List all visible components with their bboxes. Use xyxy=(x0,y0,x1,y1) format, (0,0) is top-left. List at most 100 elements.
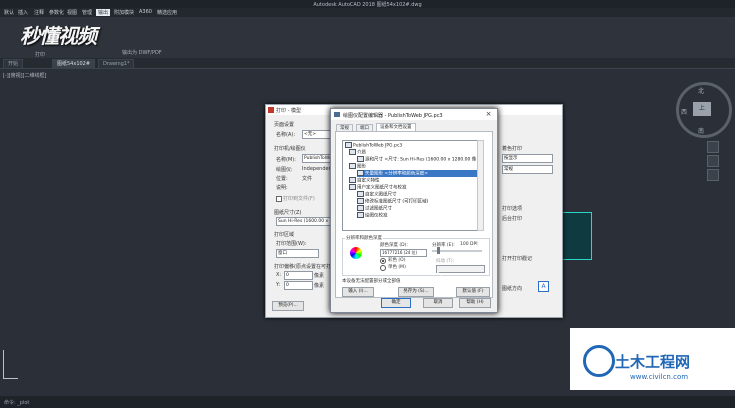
command-line[interactable] xyxy=(0,396,735,408)
tree-item[interactable]: 修改标准图纸尺寸 (可打印区域) xyxy=(357,198,428,205)
watermark-title: 土木工程网 xyxy=(615,353,691,371)
orientation-icon: A xyxy=(538,281,549,292)
tree-item-label: 过滤图纸尺寸 xyxy=(365,206,392,212)
tree-item-label: 图形 xyxy=(357,164,366,170)
watermark-url: www.civilcn.com xyxy=(630,373,689,381)
description-label: 说明: xyxy=(276,185,288,191)
ribbon-panel xyxy=(0,17,735,59)
ribbon-tab[interactable]: 参数化 xyxy=(49,9,64,16)
tree-item-selected[interactable]: 矢量图形 <分辨率和颜色深度> xyxy=(357,170,483,177)
resolution-group-title: 分辨率和颜色深度 xyxy=(345,235,383,241)
tree-scrollbar[interactable] xyxy=(477,140,484,231)
orbit-icon[interactable] xyxy=(707,169,719,181)
ribbon-tab-active[interactable]: 输出 xyxy=(96,9,111,16)
drawing-orientation-label: 图纸方向 xyxy=(502,286,523,292)
monochrome-radio[interactable] xyxy=(380,265,386,271)
plotter-config-editor-dialog: 绘图仪配置编辑器 - PublishToWeb JPG.pc3 × 常规 端口 … xyxy=(330,108,498,313)
compass-north: 北 xyxy=(698,88,705,95)
zoom-icon[interactable] xyxy=(707,155,719,167)
plot-range-select[interactable]: 窗口 xyxy=(276,249,319,258)
ribbon-tab[interactable]: 注释 xyxy=(34,9,44,16)
color-depth-select[interactable]: 16777216 (24 位) xyxy=(380,249,427,257)
video-logo: 秒懂视频 xyxy=(20,24,97,48)
plotter-label: 绘图仪: xyxy=(276,167,293,173)
tree-item[interactable]: 图形 xyxy=(349,163,366,170)
x-offset-unit: 像素 xyxy=(314,273,325,279)
plot-to-file-label: 打印到文件(F) xyxy=(283,196,315,202)
settings-tree[interactable]: PublishToWeb JPG.pc3 介质 源和尺寸 <尺寸: Sun Hi… xyxy=(342,140,484,231)
close-icon[interactable]: × xyxy=(481,110,496,119)
tree-item[interactable]: 过滤图纸尺寸 xyxy=(357,205,392,212)
ribbon-tab[interactable]: 默认 xyxy=(4,9,14,16)
tree-item[interactable]: 源和尺寸 <尺寸: Sun Hi-Res (1600.00 x 1280.00 … xyxy=(357,156,476,163)
dither-select[interactable] xyxy=(436,265,485,273)
graphics-icon xyxy=(349,163,356,169)
x-offset-input[interactable]: 0 xyxy=(284,271,313,280)
tree-item-label: 矢量图形 <分辨率和颜色深度> xyxy=(365,171,428,177)
color-depth-label: 颜色深度 (D): xyxy=(380,243,408,248)
ribbon-tab-bar: 默认 插入 注释 参数化 视图 管理 输出 附加模块 A360 精选应用 xyxy=(0,8,735,17)
doc-tab-drawing1[interactable]: Drawing1* xyxy=(98,59,135,69)
resolution-slider-thumb[interactable] xyxy=(437,247,440,254)
y-offset-input[interactable]: 0 xyxy=(284,281,313,290)
viewcube-top-face[interactable]: 上 xyxy=(693,102,711,116)
printer-name-label: 名称(M): xyxy=(276,157,296,163)
pan-icon[interactable] xyxy=(707,141,719,153)
filter-paper-icon xyxy=(357,205,364,211)
window-title: Autodesk AutoCAD 2018 图纸54x102#.dwg xyxy=(313,2,422,8)
color-wheel-icon xyxy=(350,247,362,259)
tree-item[interactable]: 介质 xyxy=(349,149,366,156)
cancel-button[interactable]: 取消 xyxy=(423,298,453,308)
shaded-plot-select[interactable]: 按显示 xyxy=(502,154,553,163)
ribbon-export-dwf-pdf-label[interactable]: 输出为 DWF/PDF xyxy=(122,49,162,56)
plot-dialog-title: 打印 - 模型 xyxy=(276,108,301,114)
tree-item[interactable]: 自定义特性 xyxy=(349,177,380,184)
page-setup-section: 页面设置 xyxy=(274,122,295,128)
ribbon-tab[interactable]: 插入 xyxy=(18,9,28,16)
watermark-logo-icon xyxy=(583,345,615,377)
plot-stamp-label: 打开打印戳记 xyxy=(502,256,533,262)
x-offset-label: X: xyxy=(276,272,282,278)
calibration-icon xyxy=(357,212,364,218)
tree-item[interactable]: 用户定义图纸尺寸与校准 xyxy=(349,184,407,191)
compass-south: 南 xyxy=(698,128,705,135)
plot-range-label: 打印范围(W): xyxy=(276,241,307,247)
location-label: 位置: xyxy=(276,176,288,182)
dither-label: 抖动 (T): xyxy=(436,259,455,264)
tab-content-panel: PublishToWeb JPG.pc3 介质 源和尺寸 <尺寸: Sun Hi… xyxy=(335,131,493,298)
ribbon-tab[interactable]: 管理 xyxy=(82,9,92,16)
tree-item[interactable]: 自定义图纸尺寸 xyxy=(357,191,397,198)
media-icon xyxy=(349,149,356,155)
ribbon-tab[interactable]: A360 xyxy=(139,9,152,15)
tree-item[interactable]: PublishToWeb JPG.pc3 xyxy=(345,142,402,149)
doc-tab-start[interactable]: 开始 xyxy=(3,59,24,69)
ribbon-tab[interactable]: 视图 xyxy=(67,9,77,16)
ribbon-tab[interactable]: 精选应用 xyxy=(157,9,177,16)
plotter-value: Independent xyxy=(302,166,334,172)
ribbon-print-label[interactable]: 打印 xyxy=(35,51,45,58)
name-label: 名称(A): xyxy=(276,132,296,138)
plot-to-file-checkbox[interactable] xyxy=(276,196,282,202)
help-button[interactable]: 帮助 (H) xyxy=(459,298,491,308)
tree-item-label: PublishToWeb JPG.pc3 xyxy=(353,143,403,149)
viewport-controls-label[interactable]: [-][俯视][二维线框] xyxy=(3,72,47,79)
paper-size-section: 图纸尺寸(Z) xyxy=(274,210,302,216)
tree-item[interactable]: 绘图仪校准 xyxy=(357,212,388,219)
save-as-button[interactable]: 另存为 (S)... xyxy=(398,287,434,297)
ok-button[interactable]: 确定 xyxy=(381,298,411,308)
plot-area-section: 打印区域 xyxy=(274,232,295,238)
doc-tab-active[interactable]: 图纸54x102# xyxy=(52,59,96,69)
mouse-cursor-icon: ↖ xyxy=(436,269,443,278)
folder-icon xyxy=(349,184,356,190)
color-radio[interactable] xyxy=(380,258,386,264)
ribbon-tab[interactable]: 附加模块 xyxy=(114,9,134,16)
paper-size-icon xyxy=(357,156,364,162)
tree-item-label: 自定义特性 xyxy=(357,178,380,184)
import-button[interactable]: 输入 (I)... xyxy=(342,287,374,297)
y-offset-unit: 像素 xyxy=(314,283,325,289)
tree-item-label: 修改标准图纸尺寸 (可打印区域) xyxy=(365,199,429,205)
quality-select[interactable]: 常规 xyxy=(502,165,553,174)
paper-size-select[interactable]: Sun Hi-Res (1600.00 x xyxy=(276,217,331,226)
defaults-button[interactable]: 默认值 (F) xyxy=(456,287,490,297)
preview-button[interactable]: 预览(P)... xyxy=(272,301,304,311)
